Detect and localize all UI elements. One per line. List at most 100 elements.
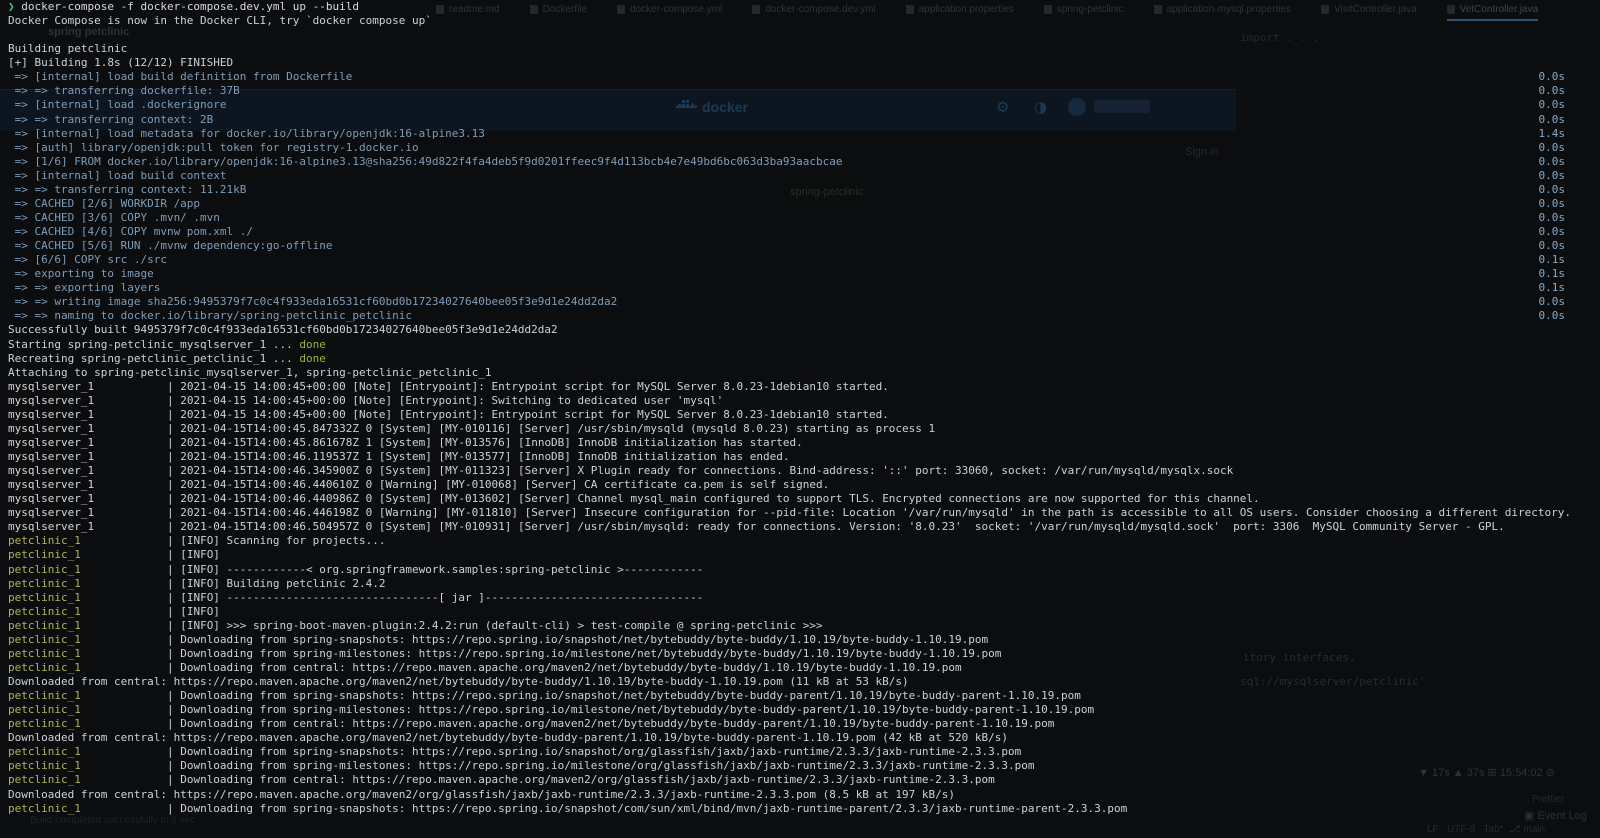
terminal-line: Attaching to spring-petclinic_mysqlserve… [0, 366, 1600, 380]
build-step-message: => exporting to image [8, 267, 154, 280]
log-message: | Downloading from spring-snapshots: htt… [167, 689, 1081, 702]
log-message: | 2021-04-15 14:00:45+00:00 [Note] [Entr… [167, 380, 889, 393]
terminal-line: mysqlserver_1 | 2021-04-15T14:00:46.4406… [0, 478, 1600, 492]
terminal-line: petclinic_1 | [INFO] -------------------… [0, 591, 1600, 605]
terminal-line: petclinic_1 | Downloading from spring-sn… [0, 633, 1600, 647]
build-timing: 0.1s [1539, 253, 1566, 267]
build-timing: 0.0s [1539, 197, 1566, 211]
terminal-line: => [1/6] FROM docker.io/library/openjdk:… [0, 155, 1600, 169]
log-message: | Downloading from spring-milestones: ht… [167, 759, 1035, 772]
service-name: petclinic_1 [8, 563, 167, 576]
terminal-line: Building petclinic [0, 42, 1600, 56]
terminal-line: [+] Building 1.8s (12/12) FINISHED [0, 56, 1600, 70]
service-name: mysqlserver_1 [8, 436, 167, 449]
terminal-line: => [internal] load .dockerignore0.0s [0, 98, 1600, 112]
done-badge: done [299, 338, 326, 351]
service-name: petclinic_1 [8, 717, 167, 730]
terminal-log[interactable]: ❯ docker-compose -f docker-compose.dev.y… [0, 0, 1600, 838]
terminal-line: => => transferring context: 2B0.0s [0, 113, 1600, 127]
build-timing: 0.1s [1539, 281, 1566, 295]
build-step-message: => CACHED [5/6] RUN ./mvnw dependency:go… [8, 239, 333, 252]
terminal-line: mysqlserver_1 | 2021-04-15T14:00:45.8473… [0, 422, 1600, 436]
terminal-line: mysqlserver_1 | 2021-04-15 14:00:45+00:0… [0, 394, 1600, 408]
terminal-line: => CACHED [3/6] COPY .mvn/ .mvn 0.0s [0, 211, 1600, 225]
service-name: petclinic_1 [8, 802, 167, 815]
terminal-line: mysqlserver_1 | 2021-04-15 14:00:45+00:0… [0, 408, 1600, 422]
service-name: petclinic_1 [8, 745, 167, 758]
build-step-message: => [internal] load metadata for docker.i… [8, 127, 485, 140]
terminal-line: => CACHED [5/6] RUN ./mvnw dependency:go… [0, 239, 1600, 253]
terminal-line: => => transferring context: 11.21kB0.0s [0, 183, 1600, 197]
build-timing: 0.0s [1539, 70, 1566, 84]
service-name: petclinic_1 [8, 534, 167, 547]
service-name: petclinic_1 [8, 773, 167, 786]
log-message: | 2021-04-15T14:00:46.504957Z 0 [System]… [167, 520, 1505, 533]
build-step-message: => => transferring context: 2B [8, 113, 213, 126]
build-step-message: => [auth] library/openjdk:pull token for… [8, 141, 419, 154]
build-timing: 0.0s [1539, 309, 1566, 323]
log-message: | 2021-04-15T14:00:46.119537Z 1 [System]… [167, 450, 790, 463]
terminal-line: => => writing image sha256:9495379f7c0c4… [0, 295, 1600, 309]
log-message: Building petclinic [8, 42, 127, 55]
prompt-symbol: ❯ [8, 0, 21, 13]
service-name: petclinic_1 [8, 591, 167, 604]
service-name: mysqlserver_1 [8, 478, 167, 491]
service-name: mysqlserver_1 [8, 520, 167, 533]
log-message: | Downloading from spring-snapshots: htt… [167, 802, 1127, 815]
log-message: [+] Building 1.8s (12/12) FINISHED [8, 56, 233, 69]
terminal-line: petclinic_1 | [INFO] [0, 548, 1600, 562]
terminal-line: Downloaded from central: https://repo.ma… [0, 675, 1600, 689]
terminal-line: petclinic_1 | Downloading from spring-sn… [0, 802, 1600, 816]
terminal-line: => => exporting layers 0.1s [0, 281, 1600, 295]
service-name: petclinic_1 [8, 605, 167, 618]
build-step-message: => [6/6] COPY src ./src [8, 253, 167, 266]
log-message: Successfully built 9495379f7c0c4f933eda1… [8, 323, 558, 336]
service-name: petclinic_1 [8, 647, 167, 660]
terminal-line: Successfully built 9495379f7c0c4f933eda1… [0, 323, 1600, 337]
service-name: mysqlserver_1 [8, 394, 167, 407]
service-name: mysqlserver_1 [8, 464, 167, 477]
build-step-message: => CACHED [3/6] COPY .mvn/ .mvn [8, 211, 220, 224]
terminal-line: mysqlserver_1 | 2021-04-15T14:00:46.1195… [0, 450, 1600, 464]
log-message: | 2021-04-15 14:00:45+00:00 [Note] [Entr… [167, 394, 723, 407]
service-name: mysqlserver_1 [8, 450, 167, 463]
build-step-message: => [internal] load build context [8, 169, 227, 182]
build-timing: 0.0s [1539, 183, 1566, 197]
terminal-window[interactable]: readme.mdDockerfiledocker-compose.ymldoc… [0, 0, 1600, 838]
log-message: | 2021-04-15 14:00:45+00:00 [Note] [Entr… [167, 408, 889, 421]
terminal-line: => [internal] load build definition from… [0, 70, 1600, 84]
service-name: petclinic_1 [8, 577, 167, 590]
service-name: petclinic_1 [8, 759, 167, 772]
log-message: | 2021-04-15T14:00:45.847332Z 0 [System]… [167, 422, 935, 435]
terminal-line: mysqlserver_1 | 2021-04-15T14:00:45.8616… [0, 436, 1600, 450]
terminal-line: petclinic_1 | [INFO] Building petclinic … [0, 577, 1600, 591]
terminal-line: => => transferring dockerfile: 37B0.0s [0, 84, 1600, 98]
build-step-message: => => exporting layers [8, 281, 160, 294]
terminal-line: petclinic_1 | Downloading from central: … [0, 661, 1600, 675]
log-message: Attaching to spring-petclinic_mysqlserve… [8, 366, 491, 379]
build-step-message: => CACHED [2/6] WORKDIR /app [8, 197, 200, 210]
terminal-line: petclinic_1 | Downloading from spring-mi… [0, 759, 1600, 773]
service-name: petclinic_1 [8, 689, 167, 702]
log-message: | 2021-04-15T14:00:46.345900Z 0 [System]… [167, 464, 1233, 477]
log-message: | [INFO] -------------------------------… [167, 591, 703, 604]
done-badge: done [299, 352, 326, 365]
log-message: | [INFO] [167, 605, 220, 618]
build-timing: 1.4s [1539, 127, 1566, 141]
build-step-message: => CACHED [4/6] COPY mvnw pom.xml ./ [8, 225, 253, 238]
terminal-line: ❯ docker-compose -f docker-compose.dev.y… [0, 0, 1600, 14]
log-message: | Downloading from spring-snapshots: htt… [167, 745, 1021, 758]
log-message: Starting spring-petclinic_mysqlserver_1 … [8, 338, 299, 351]
terminal-line: mysqlserver_1 | 2021-04-15T14:00:46.4461… [0, 506, 1600, 520]
build-timing: 0.0s [1539, 84, 1566, 98]
build-timing: 0.0s [1539, 211, 1566, 225]
log-message: | [INFO] Scanning for projects... [167, 534, 386, 547]
terminal-line: Downloaded from central: https://repo.ma… [0, 788, 1600, 802]
service-name: mysqlserver_1 [8, 380, 167, 393]
service-name: mysqlserver_1 [8, 408, 167, 421]
terminal-line: => => naming to docker.io/library/spring… [0, 309, 1600, 323]
terminal-line: Starting spring-petclinic_mysqlserver_1 … [0, 338, 1600, 352]
terminal-line: mysqlserver_1 | 2021-04-15T14:00:46.4409… [0, 492, 1600, 506]
log-message: Downloaded from central: https://repo.ma… [8, 675, 909, 688]
service-name: petclinic_1 [8, 548, 167, 561]
